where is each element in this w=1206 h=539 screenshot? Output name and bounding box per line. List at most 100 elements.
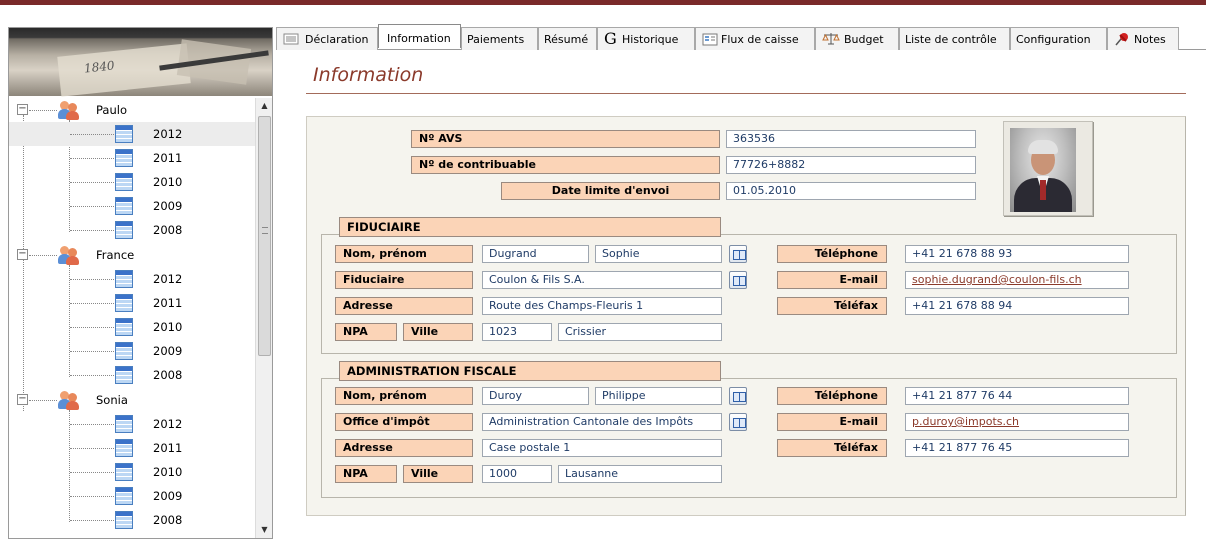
tree-year-paulo-2009[interactable]: 2009	[9, 194, 255, 218]
adm-tel-field[interactable]: +41 21 877 76 44	[905, 387, 1129, 405]
fid-prenom-field[interactable]: Sophie	[595, 245, 722, 263]
tree-scrollbar[interactable]: ▲ ▼	[255, 98, 272, 538]
spreadsheet-icon	[115, 125, 133, 143]
fid-adresse-field[interactable]: Route des Champs-Fleuris 1	[482, 297, 722, 315]
photo-frame[interactable]	[1003, 121, 1093, 216]
collapse-icon[interactable]: −	[17, 104, 28, 115]
client-tree-panel: 1840 − Paulo 2012 2011 2010 2009 2008 − …	[8, 27, 273, 539]
adm-ville-field[interactable]: Lausanne	[558, 465, 722, 483]
tab-flux-de-caisse[interactable]: Flux de caisse	[695, 27, 815, 50]
banner-image: 1840	[9, 28, 272, 97]
people-icon	[58, 245, 80, 265]
fid-org-field[interactable]: Coulon & Fils S.A.	[482, 271, 722, 289]
title-divider	[306, 93, 1186, 94]
tree-year-paulo-2008[interactable]: 2008	[9, 218, 255, 242]
tree-year-france-2011[interactable]: 2011	[9, 291, 255, 315]
tree-year-paulo-2010[interactable]: 2010	[9, 170, 255, 194]
fid-ville-field[interactable]: Crissier	[558, 323, 722, 341]
tree-year-sonia-2011[interactable]: 2011	[9, 436, 255, 460]
list-icon	[283, 33, 299, 45]
address-book-icon[interactable]	[729, 387, 747, 405]
tree-year-sonia-2012[interactable]: 2012	[9, 412, 255, 436]
adm-nom-field[interactable]: Duroy	[482, 387, 589, 405]
adm-prenom-field[interactable]: Philippe	[595, 387, 722, 405]
tab-notes[interactable]: Notes	[1107, 27, 1179, 50]
year-label: 2012	[153, 127, 183, 141]
tree-year-sonia-2008[interactable]: 2008	[9, 508, 255, 532]
tree-year-france-2009[interactable]: 2009	[9, 339, 255, 363]
tree-year-france-2008[interactable]: 2008	[9, 363, 255, 387]
address-book-icon[interactable]	[729, 271, 747, 289]
tree-year-sonia-2009[interactable]: 2009	[9, 484, 255, 508]
person-name: France	[96, 248, 135, 262]
adm-npa-field[interactable]: 1000	[482, 465, 552, 483]
tree-year-france-2010[interactable]: 2010	[9, 315, 255, 339]
year-label: 2012	[153, 272, 183, 286]
scroll-up-arrow-icon[interactable]: ▲	[256, 98, 272, 114]
tab-configuration[interactable]: Configuration	[1010, 27, 1107, 50]
tree-year-france-2012[interactable]: 2012	[9, 267, 255, 291]
year-label: 2008	[153, 513, 183, 527]
collapse-icon[interactable]: −	[17, 394, 28, 405]
spreadsheet-icon	[115, 197, 133, 215]
tab-information[interactable]: Information	[378, 24, 461, 48]
tab-paiements[interactable]: Paiements	[461, 27, 538, 50]
tree-year-sonia-2010[interactable]: 2010	[9, 460, 255, 484]
spreadsheet-icon	[115, 221, 133, 239]
fid-nom-label: Nom, prénom	[335, 245, 473, 263]
person-name: Paulo	[96, 103, 127, 117]
tree-year-paulo-2012[interactable]: 2012	[9, 122, 255, 146]
tab-resume[interactable]: Résumé	[538, 27, 597, 50]
fid-npa-field[interactable]: 1023	[482, 323, 552, 341]
year-label: 2010	[153, 465, 183, 479]
contribuable-field[interactable]: 77726+8882	[726, 156, 976, 174]
date-limite-label: Date limite d'envoi	[501, 182, 720, 200]
tab-bar: Déclaration Information Paiements Résumé…	[276, 24, 1206, 50]
year-label: 2009	[153, 199, 183, 213]
adm-fax-field[interactable]: +41 21 877 76 45	[905, 439, 1129, 457]
fiduciaire-header: FIDUCIAIRE	[339, 217, 721, 237]
tab-liste-de-controle[interactable]: Liste de contrôle	[899, 27, 1010, 50]
year-label: 2011	[153, 441, 183, 455]
year-label: 2010	[153, 175, 183, 189]
adm-fax-label: Téléfax	[777, 439, 887, 457]
spreadsheet-icon	[115, 439, 133, 457]
spreadsheet-icon	[115, 318, 133, 336]
fid-tel-field[interactable]: +41 21 678 88 93	[905, 245, 1129, 263]
fid-adresse-label: Adresse	[335, 297, 473, 315]
scroll-thumb[interactable]	[258, 116, 271, 356]
fid-fax-field[interactable]: +41 21 678 88 94	[905, 297, 1129, 315]
collapse-icon[interactable]: −	[17, 249, 28, 260]
adm-tel-label: Téléphone	[777, 387, 887, 405]
year-label: 2008	[153, 368, 183, 382]
date-limite-field[interactable]: 01.05.2010	[726, 182, 976, 200]
avs-field[interactable]: 363536	[726, 130, 976, 148]
tab-declaration[interactable]: Déclaration	[276, 27, 378, 50]
google-g-icon: G	[604, 29, 617, 48]
tab-budget[interactable]: Budget	[815, 27, 899, 50]
fid-email-field[interactable]: sophie.dugrand@coulon-fils.ch	[905, 271, 1129, 289]
person-name: Sonia	[96, 393, 128, 407]
adm-org-field[interactable]: Administration Cantonale des Impôts	[482, 413, 722, 431]
pin-icon	[1115, 33, 1128, 46]
scroll-down-arrow-icon[interactable]: ▼	[256, 522, 272, 538]
address-book-icon[interactable]	[729, 245, 747, 263]
tree-year-paulo-2011[interactable]: 2011	[9, 146, 255, 170]
tree-person-paulo[interactable]: − Paulo	[9, 98, 255, 122]
spreadsheet-icon	[115, 511, 133, 529]
address-book-icon[interactable]	[729, 413, 747, 431]
fid-nom-field[interactable]: Dugrand	[482, 245, 589, 263]
contribuable-label: Nº de contribuable	[411, 156, 720, 174]
tab-historique[interactable]: G Historique	[597, 27, 695, 50]
tree-person-sonia[interactable]: − Sonia	[9, 388, 255, 412]
adm-adresse-field[interactable]: Case postale 1	[482, 439, 722, 457]
tree-person-france[interactable]: − France	[9, 243, 255, 267]
adm-org-label: Office d'impôt	[335, 413, 473, 431]
spreadsheet-icon	[115, 366, 133, 384]
people-icon	[58, 390, 80, 410]
adm-email-field[interactable]: p.duroy@impots.ch	[905, 413, 1129, 431]
fid-email-label: E-mail	[777, 271, 887, 289]
adm-nom-label: Nom, prénom	[335, 387, 473, 405]
year-label: 2009	[153, 489, 183, 503]
fid-npa-label: NPA	[335, 323, 397, 341]
